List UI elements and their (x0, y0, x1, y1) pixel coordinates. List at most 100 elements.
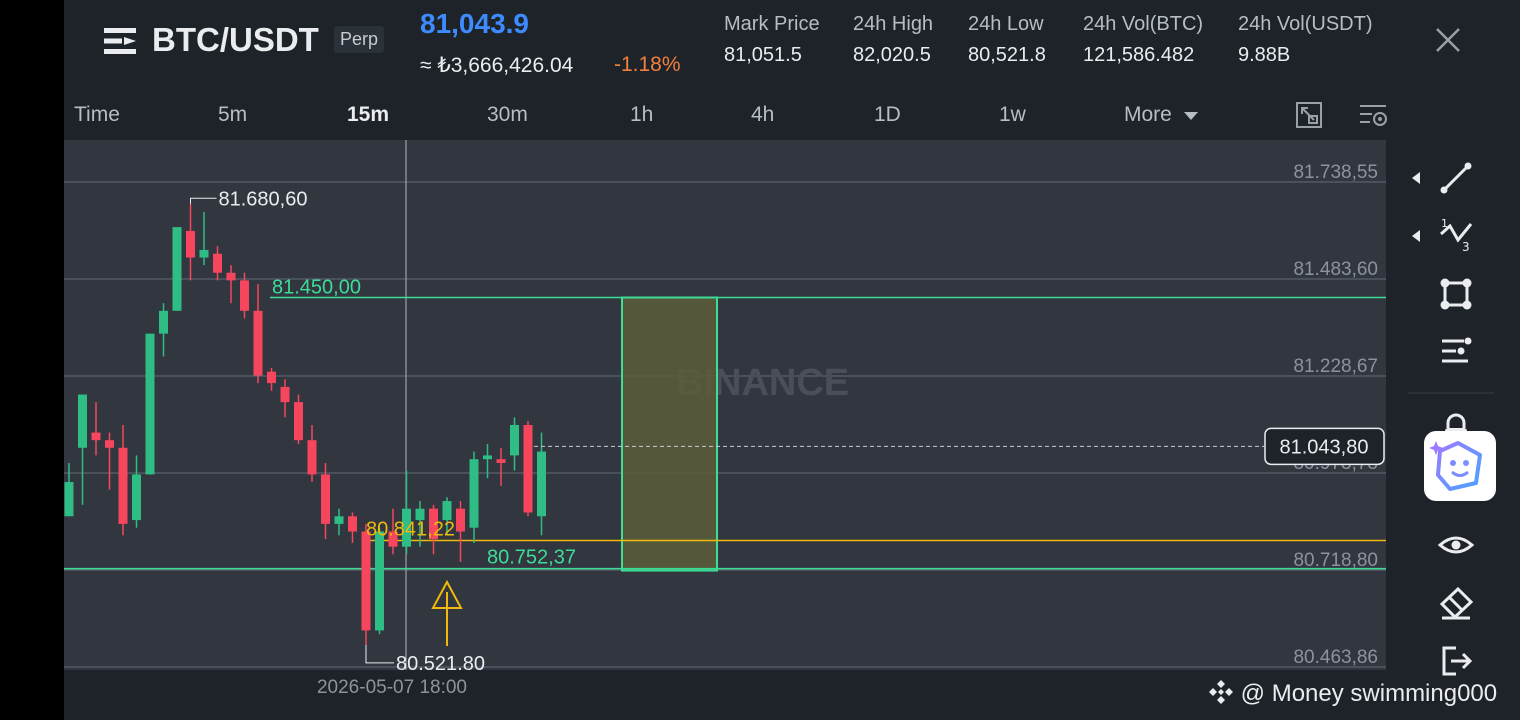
credit-watermark: @ Money swimming000 (1208, 679, 1497, 708)
stat-value: 9.88B (1238, 44, 1291, 66)
chevron-down-icon (1183, 112, 1198, 120)
candle-body (294, 402, 303, 441)
stat-value: 121,586.482 (1083, 44, 1195, 66)
price-scale-label: 81.483,60 (1293, 259, 1378, 280)
crosshair-time-label: 2026-05-07 18:00 (317, 677, 467, 698)
stat-24h-vol-usdt: 24h Vol(USDT) 9.88B (1238, 13, 1373, 67)
candle-body (523, 424, 533, 513)
more-label: More (1124, 103, 1172, 126)
candle-body (213, 253, 222, 273)
eraser-icon[interactable] (1438, 585, 1474, 621)
current-price-label: 81.043,80 (1280, 436, 1369, 458)
tab-5m[interactable]: 5m (218, 103, 247, 127)
candle-body (132, 474, 141, 521)
price-scale-label: 81.738,55 (1293, 162, 1378, 183)
stat-label: 24h Vol(BTC) (1083, 13, 1204, 35)
tab-1w[interactable]: 1w (999, 103, 1026, 127)
indicator-settings-icon[interactable] (1438, 334, 1474, 370)
chart-footer: 2026-05-07 18:00 (64, 670, 1386, 700)
tab-more[interactable]: More (1124, 103, 1198, 127)
candle-body (199, 249, 209, 258)
tab-30m[interactable]: 30m (487, 103, 528, 127)
svg-text:3: 3 (1462, 240, 1470, 254)
stat-label: 24h Vol(USDT) (1238, 13, 1373, 35)
stat-value: 82,020.5 (853, 44, 931, 66)
chart-settings-icon[interactable] (1358, 100, 1388, 130)
expand-arrow-icon[interactable] (1412, 230, 1420, 242)
close-icon[interactable] (1434, 26, 1462, 54)
price-scale-label: 80.463,86 (1293, 647, 1378, 668)
candle-body (510, 424, 519, 456)
binance-logo-icon (1209, 680, 1233, 704)
fib-wave-icon[interactable]: 1 3 (1438, 218, 1474, 254)
candle-body (253, 310, 263, 376)
candle-body (267, 371, 276, 384)
resistance-label: 81.450,00 (272, 276, 361, 298)
candle-body (118, 447, 128, 524)
candlestick-chart[interactable]: 81.738,5581.483,6081.228,6780.973,7380.7… (64, 140, 1386, 700)
price-scale-label: 81.228,67 (1293, 356, 1378, 377)
app-window: BTC/USDT Perp 81,043.9 ≈ ₺3,666,426.04 -… (64, 0, 1520, 720)
symbol-title[interactable]: BTC/USDT (152, 21, 319, 59)
tab-15m[interactable]: 15m (347, 103, 389, 127)
candle-body (496, 459, 506, 464)
toolbar-divider (1408, 392, 1494, 394)
candle-body (361, 531, 371, 631)
candle-body (537, 451, 546, 517)
candle-body (321, 474, 330, 524)
shape-icon[interactable] (1438, 276, 1474, 312)
candle-body (456, 508, 465, 532)
fullscreen-icon[interactable] (1294, 100, 1324, 130)
trend-line-icon[interactable] (1438, 160, 1474, 196)
ai-assistant-button[interactable] (1424, 431, 1496, 501)
candle-body (348, 516, 357, 532)
tab-1d[interactable]: 1D (874, 103, 901, 127)
price-chart[interactable]: 81.738,5581.483,6081.228,6780.973,7380.7… (64, 140, 1386, 700)
candle-body (226, 272, 236, 281)
candle-body (105, 440, 114, 448)
stat-value: 81,051.5 (724, 44, 802, 66)
candle-body (145, 333, 155, 475)
candle-body (375, 531, 384, 631)
stat-label: Mark Price (724, 13, 820, 35)
stat-label: 24h Low (968, 13, 1044, 35)
candle-body (240, 280, 249, 311)
stat-mark-price: Mark Price 81,051.5 (724, 13, 820, 67)
candle-body (64, 482, 74, 517)
tab-4h[interactable]: 4h (751, 103, 774, 127)
menu-icon[interactable] (104, 26, 136, 56)
high-label: 81.680,60 (219, 188, 308, 210)
candle-body (483, 455, 492, 460)
tab-time[interactable]: Time (74, 103, 120, 127)
credit-text: @ Money swimming000 (1240, 680, 1498, 707)
candle-body (280, 386, 290, 403)
candle-body (91, 432, 101, 441)
stat-label: 24h High (853, 13, 934, 35)
candle-body (334, 516, 344, 524)
stat-24h-low: 24h Low 80,521.8 (968, 13, 1046, 67)
support-label: 80.841,22 (366, 519, 455, 541)
stat-24h-high: 24h High 82,020.5 (853, 13, 933, 67)
last-price: 81,043.9 (420, 8, 529, 39)
timeframe-bar: Time 5m 15m 30m 1h 4h 1D 1w More (64, 92, 1520, 140)
candle-body (186, 230, 195, 258)
price-in-try: ≈ ₺3,666,426.04 (420, 54, 574, 77)
eye-icon[interactable] (1438, 527, 1474, 563)
assistant-face-icon (1429, 441, 1482, 491)
candle-body (469, 459, 479, 528)
candle-body (78, 394, 87, 448)
high-marker (190, 197, 217, 205)
exit-icon[interactable] (1438, 643, 1474, 679)
range-box (621, 296, 718, 572)
stat-value: 80,521.8 (968, 44, 1046, 66)
expand-arrow-icon[interactable] (1412, 172, 1420, 184)
time-axis: 2026-05-07 18:00 (317, 677, 467, 698)
low-marker (365, 644, 394, 664)
candle-body (172, 227, 182, 311)
candle-body (307, 440, 317, 475)
header: BTC/USDT Perp 81,043.9 ≈ ₺3,666,426.04 -… (64, 0, 1520, 92)
perp-badge: Perp (334, 26, 385, 53)
support-low-label: 80.752,37 (487, 547, 576, 569)
tab-1h[interactable]: 1h (630, 103, 653, 127)
price-scale-label: 80.718,80 (1293, 550, 1378, 571)
